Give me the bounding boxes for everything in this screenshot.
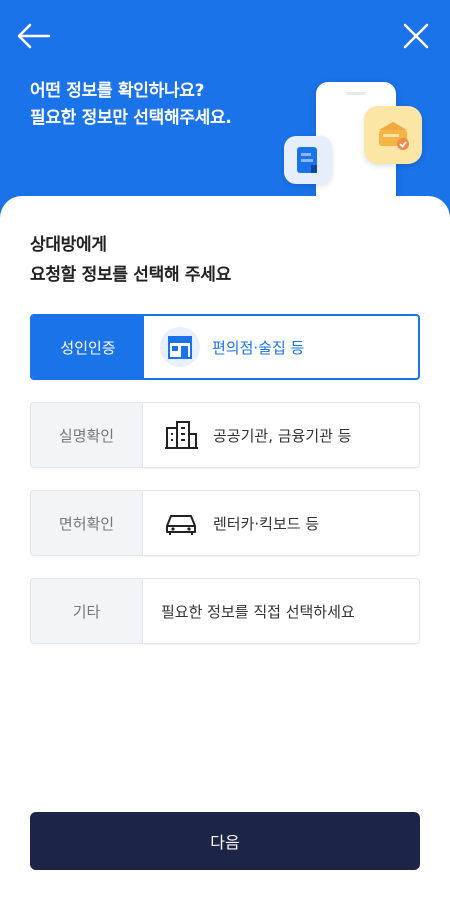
option-label: 기타: [31, 579, 143, 643]
arrow-left-icon: [17, 23, 51, 49]
id-card-icon: [297, 147, 317, 173]
option-other[interactable]: 기타 필요한 정보를 직접 선택하세요: [30, 578, 420, 644]
option-adult-verification[interactable]: 성인인증 편의점·술집 등: [30, 314, 420, 380]
next-button[interactable]: 다음: [30, 812, 420, 870]
option-label: 성인인증: [32, 316, 144, 378]
sheet-title: 상대방에게 요청할 정보를 선택해 주세요: [30, 230, 231, 290]
option-body: 필요한 정보를 직접 선택하세요: [143, 579, 419, 643]
option-desc: 필요한 정보를 직접 선택하세요: [161, 602, 355, 621]
option-desc: 편의점·술집 등: [212, 338, 305, 357]
option-label: 면허확인: [31, 491, 143, 555]
option-real-name[interactable]: 실명확인 공공기관, 금융기관 등: [30, 402, 420, 468]
wallet-icon: [379, 122, 409, 150]
sheet-title-line1: 상대방에게: [30, 235, 107, 255]
option-label: 실명확인: [31, 403, 143, 467]
close-button[interactable]: [398, 18, 434, 54]
store-icon: [160, 327, 200, 367]
id-card-badge: [284, 136, 332, 184]
option-body: 렌터카·킥보드 등: [143, 491, 419, 555]
header-title-line2: 필요한 정보만 선택해주세요.: [30, 108, 232, 128]
close-icon: [403, 23, 429, 49]
sheet-title-line2: 요청할 정보를 선택해 주세요: [30, 265, 231, 285]
building-icon: [161, 415, 201, 455]
option-desc: 렌터카·킥보드 등: [213, 514, 320, 533]
car-icon: [161, 503, 201, 543]
option-body: 공공기관, 금융기관 등: [143, 403, 419, 467]
option-license[interactable]: 면허확인 렌터카·킥보드 등: [30, 490, 420, 556]
header-title: 어떤 정보를 확인하나요? 필요한 정보만 선택해주세요.: [30, 78, 232, 132]
wallet-badge: [364, 106, 422, 164]
header-title-line1: 어떤 정보를 확인하나요?: [30, 81, 205, 101]
phone-notch: [346, 92, 366, 95]
option-desc: 공공기관, 금융기관 등: [213, 426, 352, 445]
option-body: 편의점·술집 등: [144, 316, 418, 378]
back-button[interactable]: [14, 18, 54, 54]
